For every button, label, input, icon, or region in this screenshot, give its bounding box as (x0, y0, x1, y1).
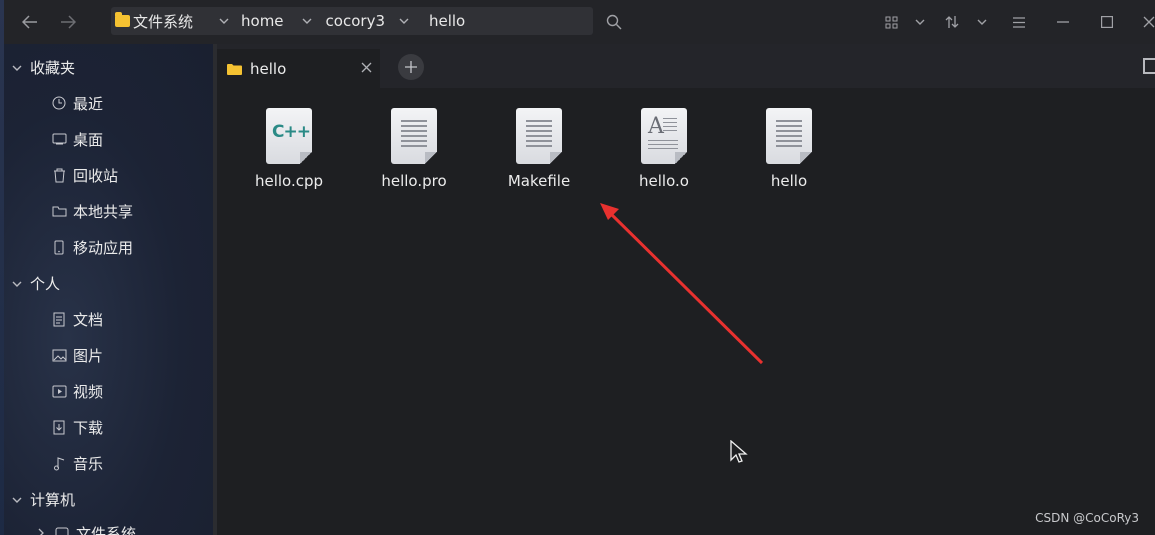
trash-icon (48, 166, 70, 184)
section-label: 收藏夹 (30, 58, 76, 77)
chevron-down-icon (4, 493, 30, 506)
image-icon (48, 346, 70, 364)
watermark: CSDN @CoCoRy3 (1035, 511, 1139, 525)
sidebar: 收藏夹 最近 桌面 回收站 本地共享 移动应用 个人 文档 图片 视频 下载 音… (4, 44, 213, 535)
sidebar-item-desktop[interactable]: 桌面 (48, 126, 103, 152)
back-icon[interactable] (18, 10, 42, 34)
sidebar-item-label: 文档 (73, 310, 104, 329)
minimize-icon[interactable] (1052, 11, 1074, 33)
sidebar-section-computer[interactable]: 计算机 (4, 486, 75, 512)
sidebar-section-favorites[interactable]: 收藏夹 (4, 54, 75, 80)
chevron-down-icon[interactable] (909, 11, 931, 33)
grid-view-icon[interactable] (880, 11, 902, 33)
maximize-icon[interactable] (1096, 11, 1118, 33)
sidebar-item-label: 最近 (73, 94, 104, 113)
chevron-down-icon (4, 277, 30, 290)
sidebar-item-filesystem[interactable]: 文件系统 (34, 520, 136, 535)
crumb-label: cocory3 (325, 12, 385, 30)
sidebar-item-videos[interactable]: 视频 (48, 378, 103, 404)
folder-icon (115, 12, 130, 27)
sort-icon[interactable] (941, 11, 963, 33)
mouse-cursor-icon (730, 440, 748, 463)
download-icon (48, 418, 70, 436)
phone-icon (48, 238, 70, 256)
sidebar-item-recent[interactable]: 最近 (48, 90, 103, 116)
file-view[interactable]: C++ hello.cpp hello.pro Makefile A hello… (217, 88, 1155, 535)
sidebar-item-label: 回收站 (73, 166, 119, 185)
sidebar-item-label: 本地共享 (73, 202, 134, 221)
close-icon[interactable] (1138, 11, 1155, 33)
path-bar[interactable]: 文件系统 home cocory3 hello (111, 7, 593, 35)
tab-hello[interactable]: hello (217, 49, 380, 88)
sidebar-item-music[interactable]: 音乐 (48, 450, 103, 476)
sidebar-item-label: 下载 (73, 418, 104, 437)
sidebar-item-label: 图片 (73, 346, 104, 365)
chevron-down-icon[interactable] (213, 7, 235, 35)
forward-icon[interactable] (56, 10, 80, 34)
desktop-icon (48, 130, 70, 148)
video-icon (48, 382, 70, 400)
crumb-label: 文件系统 (133, 12, 194, 31)
tab-bar: hello (217, 44, 1155, 88)
sidebar-item-local-share[interactable]: 本地共享 (48, 198, 133, 224)
sidebar-section-personal[interactable]: 个人 (4, 270, 60, 296)
sidebar-item-label: 移动应用 (73, 238, 134, 257)
chevron-down-icon (4, 61, 30, 74)
folder-icon (227, 63, 242, 75)
clock-icon (48, 94, 70, 112)
search-icon[interactable] (603, 11, 625, 33)
crumb-label: home (241, 12, 284, 30)
chevron-right-icon (34, 524, 48, 535)
top-toolbar: 文件系统 home cocory3 hello (4, 0, 1155, 44)
chevron-down-icon[interactable] (971, 11, 993, 33)
chevron-down-icon[interactable] (393, 7, 415, 35)
chevron-down-icon[interactable] (296, 7, 318, 35)
crumb-filesystem[interactable]: 文件系统 (111, 7, 193, 35)
sidebar-item-label: 文件系统 (76, 524, 137, 535)
crumb-home[interactable]: home (241, 7, 284, 35)
sidebar-item-label: 桌面 (73, 130, 104, 149)
sidebar-item-documents[interactable]: 文档 (48, 306, 103, 332)
menu-icon[interactable] (1008, 11, 1030, 33)
add-tab-button[interactable] (398, 54, 424, 80)
plus-icon (405, 61, 417, 73)
section-label: 个人 (30, 274, 61, 293)
sidebar-item-trash[interactable]: 回收站 (48, 162, 118, 188)
drive-icon (51, 524, 73, 535)
close-icon[interactable] (361, 59, 372, 77)
tab-label: hello (250, 59, 287, 78)
music-icon (48, 454, 70, 472)
sidebar-item-pictures[interactable]: 图片 (48, 342, 103, 368)
sidebar-toggle-icon[interactable] (1143, 58, 1155, 74)
crumb-label: hello (428, 12, 466, 30)
folder-icon (48, 202, 70, 220)
section-label: 计算机 (30, 490, 76, 509)
document-icon (48, 310, 70, 328)
crumb-user[interactable]: cocory3 (326, 7, 385, 35)
sidebar-item-label: 音乐 (73, 454, 104, 473)
sidebar-item-label: 视频 (73, 382, 104, 401)
sidebar-item-downloads[interactable]: 下载 (48, 414, 103, 440)
crumb-hello[interactable]: hello (429, 7, 465, 35)
sidebar-item-mobile-apps[interactable]: 移动应用 (48, 234, 133, 260)
annotation-arrow (600, 203, 764, 365)
